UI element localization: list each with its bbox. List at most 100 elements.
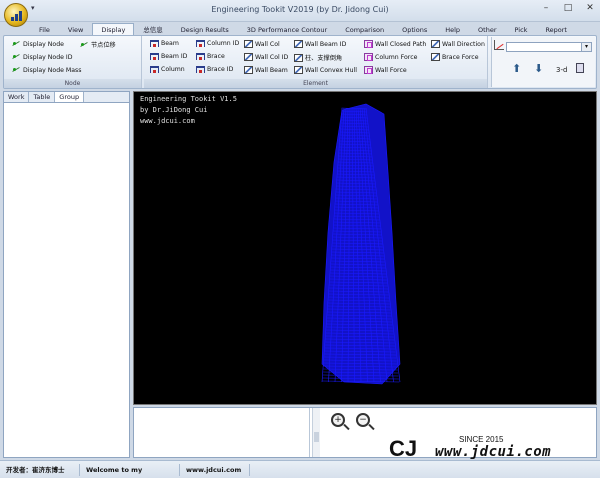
display-node-button[interactable]: Display Node	[12, 40, 64, 48]
wall-beam-button[interactable]: Wall Beam	[244, 66, 288, 74]
node-displacement-button[interactable]: 节点位移	[80, 40, 116, 49]
tab-display[interactable]: Display	[92, 23, 135, 35]
beam-label: Beam	[161, 40, 179, 47]
wall-force-button[interactable]: Wall Force	[364, 66, 407, 74]
wall-force-icon	[364, 66, 373, 74]
node-displacement-label: 节点位移	[91, 42, 116, 49]
brace-button[interactable]: Brace	[196, 53, 225, 60]
status-website[interactable]: www.jdcui.com	[180, 463, 250, 476]
logo-mark: CJ	[389, 436, 418, 461]
chamfer-label: 柱、支撑倒角	[305, 55, 343, 62]
3d-mode-button[interactable]: 3-d	[556, 66, 567, 74]
tab-report[interactable]: Report	[536, 23, 576, 35]
left-panel-tabs: Work Table Group	[4, 92, 129, 103]
tab-general-info[interactable]: 总信息	[134, 23, 172, 35]
title-bar: ▾ Engineering Tookit V2019 (by Dr. Jidon…	[0, 0, 600, 22]
brace-id-icon	[196, 66, 205, 73]
tab-other[interactable]: Other	[469, 23, 505, 35]
node-mass-icon	[12, 66, 21, 74]
wall-col-id-label: Wall Col ID	[255, 53, 289, 61]
node-id-icon	[12, 53, 21, 61]
logo-since: SINCE 2015	[459, 435, 504, 444]
viewport-title: Engineering Tookit V1.5	[140, 95, 237, 103]
wall-col-id-button[interactable]: Wall Col ID	[244, 53, 288, 61]
brace-label: Brace	[207, 53, 225, 60]
wall-beam-label: Wall Beam	[255, 66, 288, 74]
wall-col-id-icon	[244, 53, 253, 61]
wall-beam-id-button[interactable]: Wall Beam ID	[294, 40, 346, 48]
tab-help[interactable]: Help	[436, 23, 469, 35]
wall-convex-hull-button[interactable]: Wall Convex Hull	[294, 66, 357, 74]
beam-id-label: Beam ID	[161, 53, 188, 60]
view-combo[interactable]: ▾	[506, 42, 592, 52]
column-icon	[150, 66, 159, 73]
close-button[interactable]: ✕	[584, 3, 596, 13]
wall-col-button[interactable]: Wall Col	[244, 40, 280, 48]
wall-force-label: Wall Force	[375, 66, 407, 74]
brace-force-button[interactable]: Brace Force	[431, 53, 479, 61]
tab-3d-performance-contour[interactable]: 3D Performance Contour	[238, 23, 336, 35]
tab-pick[interactable]: Pick	[506, 23, 537, 35]
tab-view[interactable]: View	[59, 23, 92, 35]
tab-design-results[interactable]: Design Results	[172, 23, 238, 35]
tab-table[interactable]: Table	[29, 92, 56, 102]
column-id-button[interactable]: Column ID	[196, 40, 239, 47]
brace-id-label: Brace ID	[207, 66, 234, 73]
wall-closed-path-icon	[364, 40, 373, 48]
down-arrow-icon[interactable]: ⬇	[534, 62, 543, 75]
app-logo-icon	[11, 11, 22, 21]
displacement-icon	[80, 41, 89, 49]
bottom-panel: + − CJ SINCE 2015 www.jdcui.com	[133, 407, 597, 461]
zoom-in-icon[interactable]: +	[331, 413, 345, 427]
viewport-website: www.jdcui.com	[140, 117, 195, 125]
column-force-label: Column Force	[375, 53, 418, 61]
chart-icon[interactable]	[494, 40, 504, 50]
wall-beam-id-label: Wall Beam ID	[305, 40, 347, 48]
column-button[interactable]: Column	[150, 66, 185, 73]
column-force-icon	[364, 53, 373, 61]
column-label: Column	[161, 66, 185, 73]
zoom-out-icon[interactable]: −	[356, 413, 370, 427]
node-group-label: Node	[4, 79, 141, 88]
wall-direction-button[interactable]: Wall Direction	[431, 40, 485, 48]
application-menu-button[interactable]	[4, 3, 28, 27]
beam-id-button[interactable]: Beam ID	[150, 53, 187, 60]
up-arrow-icon[interactable]: ⬆	[512, 62, 521, 75]
column-id-icon	[196, 40, 205, 47]
tab-comparison[interactable]: Comparison	[336, 23, 393, 35]
delete-icon[interactable]	[576, 63, 584, 73]
beam-button[interactable]: Beam	[150, 40, 179, 47]
beam-id-icon	[150, 53, 159, 60]
tab-file[interactable]: File	[30, 23, 59, 35]
tab-work[interactable]: Work	[4, 92, 30, 102]
tab-group[interactable]: Group	[55, 92, 85, 102]
column-force-button[interactable]: Column Force	[364, 53, 417, 61]
display-node-id-button[interactable]: Display Node ID	[12, 53, 72, 61]
brace-icon	[196, 53, 205, 60]
chamfer-button[interactable]: 柱、支撑倒角	[294, 53, 342, 62]
wall-col-label: Wall Col	[255, 40, 280, 48]
ribbon-panel: Display Node Display Node ID Display Nod…	[3, 35, 597, 89]
display-node-mass-label: Display Node Mass	[23, 66, 82, 74]
brace-id-button[interactable]: Brace ID	[196, 66, 233, 73]
minimize-button[interactable]: –	[540, 3, 552, 13]
building-model	[321, 103, 401, 385]
viewport-author: by Dr.JiDong Cui	[140, 106, 208, 114]
tab-options[interactable]: Options	[393, 23, 436, 35]
chevron-down-icon[interactable]: ▾	[581, 43, 591, 51]
3d-viewport[interactable]: Engineering Tookit V1.5 by Dr.JiDong Cui…	[133, 91, 597, 405]
display-node-id-label: Display Node ID	[23, 53, 73, 61]
panel-divider	[309, 408, 310, 457]
left-panel: Work Table Group	[3, 91, 130, 458]
element-group-label: Element	[144, 79, 487, 88]
vertical-scrollbar[interactable]	[312, 408, 320, 457]
beam-icon	[150, 40, 159, 47]
node-group: Display Node Display Node ID Display Nod…	[4, 36, 142, 88]
wall-closed-path-button[interactable]: Wall Closed Path	[364, 40, 426, 48]
display-node-mass-button[interactable]: Display Node Mass	[12, 66, 81, 74]
maximize-button[interactable]: □	[562, 3, 574, 13]
window-controls: – □ ✕	[540, 3, 596, 13]
column-id-label: Column ID	[207, 40, 240, 47]
element-group: Beam Beam ID Column Column ID Brace Brac…	[144, 36, 488, 88]
status-bar: 开发者：崔济东博士 Welcome to my Website : www.jd…	[0, 460, 600, 478]
